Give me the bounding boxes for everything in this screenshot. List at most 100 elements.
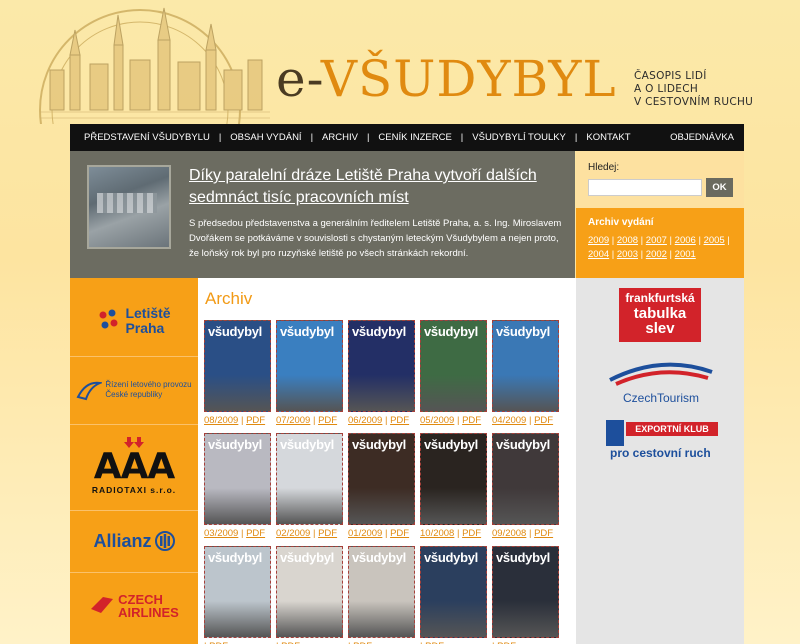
issue-cover[interactable]: všudybyl: [204, 433, 271, 525]
link-separator: |: [382, 528, 391, 539]
partner-line: České republiky: [105, 390, 163, 399]
nav-item-objednavka[interactable]: OBJEDNÁVKA: [670, 132, 734, 143]
year-link[interactable]: 2006: [675, 235, 696, 246]
year-link[interactable]: 2002: [646, 249, 667, 260]
pdf-link[interactable]: PDF: [246, 415, 265, 426]
nav-item-kontakt[interactable]: KONTAKT: [586, 132, 630, 143]
issue-link[interactable]: 05/2009: [420, 415, 454, 426]
issue-link[interactable]: 01/2009: [348, 528, 382, 539]
allianz-wordmark: Allianz: [93, 530, 152, 551]
site-logo[interactable]: e-VŠUDYBYL: [276, 54, 617, 104]
pdf-link[interactable]: PDF: [246, 528, 265, 539]
nav-item-toulky[interactable]: VŠUDYBYLÍ TOULKY: [472, 132, 566, 143]
pdf-link[interactable]: PDF: [462, 415, 481, 426]
nav-item-obsah[interactable]: OBSAH VYDÁNÍ: [230, 132, 301, 143]
partner-line: RADIOTAXI s.r.o.: [91, 485, 177, 495]
link-separator: |: [454, 528, 463, 539]
article-thumbnail[interactable]: [87, 165, 171, 249]
search-input[interactable]: [588, 179, 702, 196]
tagline-line: A O LIDECH: [634, 83, 699, 95]
partner-aaa-radiotaxi[interactable]: AAA RADIOTAXI s.r.o.: [70, 428, 198, 504]
pdf-link[interactable]: PDF: [462, 528, 481, 539]
nav-separator: |: [460, 132, 464, 143]
partner-line: AIRLINES: [118, 605, 179, 620]
issue-link[interactable]: 04/2009: [492, 415, 526, 426]
issue-cover[interactable]: všudybyl: [492, 320, 559, 412]
year-link[interactable]: 2009: [588, 235, 609, 246]
archive-years-panel: Archiv vydání 2009 | 2008 | 2007 | 2006 …: [576, 208, 744, 278]
pdf-link[interactable]: PDF: [534, 415, 553, 426]
issue-cover[interactable]: všudybyl: [348, 433, 415, 525]
cover-masthead: všudybyl: [352, 324, 406, 339]
nav-item-cenik[interactable]: CENÍK INZERCE: [378, 132, 451, 143]
year-link[interactable]: 2001: [675, 249, 696, 260]
issue-link[interactable]: 09/2008: [492, 528, 526, 539]
year-link[interactable]: 2008: [617, 235, 638, 246]
issue-cover[interactable]: všudybyl: [492, 546, 559, 638]
search-ok-button[interactable]: OK: [706, 178, 733, 197]
divider: [70, 510, 198, 511]
divider: [70, 424, 198, 425]
year-link[interactable]: 2003: [617, 249, 638, 260]
issue-cover[interactable]: všudybyl: [492, 433, 559, 525]
archive-years-list: 2009 | 2008 | 2007 | 2006 | 2005 | 2004 …: [588, 235, 730, 260]
pdf-link[interactable]: PDF: [390, 528, 409, 539]
issue-cover[interactable]: všudybyl: [276, 433, 343, 525]
partner-allianz[interactable]: Allianz: [70, 516, 198, 566]
link-separator: |: [526, 528, 535, 539]
partner-exportni-klub[interactable]: EXPORTNÍ KLUB pro cestovní ruch: [606, 420, 718, 464]
partner-czech-airlines[interactable]: CZECH AIRLINES: [70, 578, 198, 634]
link-separator: |: [454, 415, 463, 426]
tagline: ČASOPIS LIDÍ A O LIDECH V CESTOVNÍM RUCH…: [634, 70, 753, 109]
nav-separator: |: [218, 132, 222, 143]
issue-link[interactable]: 06/2009: [348, 415, 382, 426]
link-separator: |: [238, 528, 247, 539]
cover-links: 03/2009 | PDF: [204, 528, 265, 539]
article-perex: S předsedou představenstva a generálním …: [189, 218, 562, 259]
pdf-link[interactable]: PDF: [390, 415, 409, 426]
pdf-link[interactable]: PDF: [318, 528, 337, 539]
issue-link[interactable]: 08/2009: [204, 415, 238, 426]
partner-line: Řízení letového provozu: [105, 380, 192, 389]
partner-line: tabulka: [633, 305, 687, 322]
issue-link[interactable]: 03/2009: [204, 528, 238, 539]
issue-cover[interactable]: všudybyl: [420, 320, 487, 412]
link-separator: |: [238, 415, 247, 426]
csa-icon: [91, 597, 114, 613]
issue-cover[interactable]: všudybyl: [204, 320, 271, 412]
issue-cover[interactable]: všudybyl: [276, 546, 343, 638]
partner-frankfurtska-tabulka[interactable]: frankfurtská tabulka slev: [619, 288, 701, 342]
partner-line: Praha: [125, 320, 165, 336]
nav-item-predstaveni[interactable]: PŘEDSTAVENÍ VŠUDYBYLU: [84, 132, 210, 143]
partner-line: slev: [645, 320, 675, 337]
cover-masthead: všudybyl: [496, 550, 550, 565]
partner-line: pro cestovní ruch: [610, 446, 711, 460]
issue-cover[interactable]: všudybyl: [420, 546, 487, 638]
year-link[interactable]: 2004: [588, 249, 609, 260]
cover-masthead: všudybyl: [208, 550, 262, 565]
letiste-praha-icon: [99, 309, 118, 329]
issue-cover[interactable]: všudybyl: [420, 433, 487, 525]
partner-letiste-praha[interactable]: Letiště Praha: [70, 292, 198, 350]
pdf-link[interactable]: PDF: [534, 528, 553, 539]
issue-link[interactable]: 02/2009: [276, 528, 310, 539]
cover-masthead: všudybyl: [424, 324, 478, 339]
article-title-link[interactable]: Díky paralelní dráze Letiště Praha vytvo…: [189, 165, 569, 209]
issue-cover[interactable]: všudybyl: [204, 546, 271, 638]
partner-rlp[interactable]: Řízení letového provozu České republiky: [70, 362, 198, 418]
pdf-link[interactable]: PDF: [318, 415, 337, 426]
issue-cover[interactable]: všudybyl: [276, 320, 343, 412]
issue-cover[interactable]: všudybyl: [348, 546, 415, 638]
cover-masthead: všudybyl: [208, 437, 262, 452]
year-link[interactable]: 2007: [646, 235, 667, 246]
issue-link[interactable]: 10/2008: [420, 528, 454, 539]
nav-item-archiv[interactable]: ARCHIV: [322, 132, 358, 143]
link-separator: |: [382, 415, 391, 426]
issue-link[interactable]: 07/2009: [276, 415, 310, 426]
partner-czechtourism[interactable]: CzechTourism: [606, 360, 716, 408]
year-link[interactable]: 2005: [704, 235, 725, 246]
cover-links: 10/2008 | PDF: [420, 528, 481, 539]
logo-prefix: e-: [276, 50, 321, 108]
issue-cover[interactable]: všudybyl: [348, 320, 415, 412]
tagline-line: V CESTOVNÍM RUCHU: [634, 96, 754, 108]
